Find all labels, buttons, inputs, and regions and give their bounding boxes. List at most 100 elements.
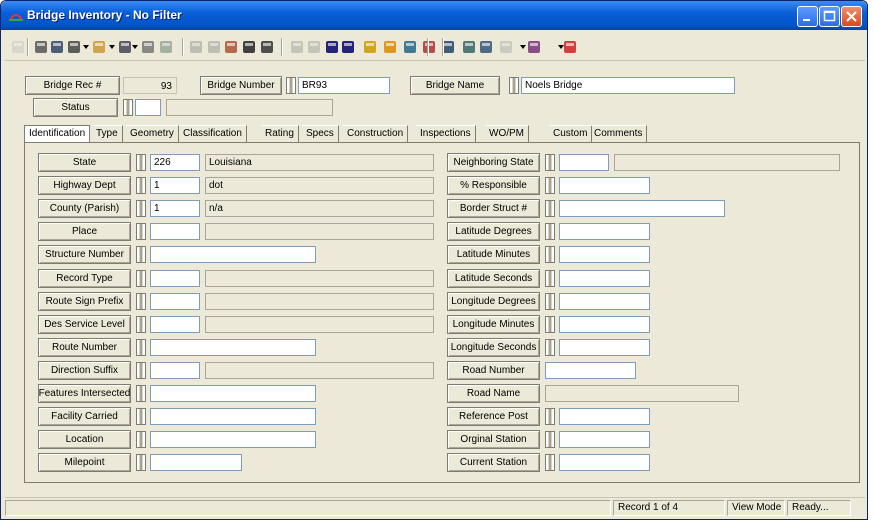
current-station-button[interactable]: Current Station bbox=[447, 453, 540, 473]
goto-icon[interactable] bbox=[362, 39, 378, 55]
features-intersected-field[interactable] bbox=[150, 385, 316, 402]
orginal-station-button[interactable]: Orginal Station bbox=[447, 430, 540, 450]
tools-icon[interactable] bbox=[526, 39, 542, 55]
features-intersected-button[interactable]: Features Intersected bbox=[38, 384, 131, 403]
longitude-seconds-field[interactable] bbox=[559, 338, 650, 356]
globe-icon[interactable] bbox=[498, 39, 514, 55]
print-preview-icon[interactable] bbox=[49, 39, 65, 55]
lock-icon[interactable] bbox=[545, 315, 555, 333]
delete-icon[interactable] bbox=[206, 39, 222, 55]
route-number-button[interactable]: Route Number bbox=[38, 337, 131, 357]
structure-number-button[interactable]: Structure Number bbox=[38, 245, 131, 265]
chevron-down-icon[interactable] bbox=[558, 45, 564, 49]
previous-record-icon[interactable] bbox=[306, 39, 322, 55]
lock-icon[interactable] bbox=[545, 408, 555, 426]
route-number-field[interactable] bbox=[150, 338, 316, 356]
orginal-station-field[interactable] bbox=[559, 431, 650, 449]
lock-icon[interactable] bbox=[136, 292, 146, 310]
latitude-minutes-button[interactable]: Latitude Minutes bbox=[447, 245, 540, 265]
bridge-name-field[interactable]: Noels Bridge bbox=[521, 77, 735, 94]
county-parish-button[interactable]: County (Parish) bbox=[38, 199, 131, 219]
state-button[interactable]: State bbox=[38, 153, 131, 172]
new-icon[interactable] bbox=[10, 39, 26, 55]
longitude-seconds-button[interactable]: Longitude Seconds bbox=[447, 337, 540, 357]
latitude-minutes-field[interactable] bbox=[559, 246, 650, 264]
close-button[interactable] bbox=[841, 6, 862, 27]
tab-geometry[interactable]: Geometry bbox=[126, 125, 179, 142]
open-icon[interactable] bbox=[158, 39, 174, 55]
-responsible-button[interactable]: % Responsible bbox=[447, 176, 540, 196]
lock-icon[interactable] bbox=[286, 77, 296, 94]
facility-carried-button[interactable]: Facility Carried bbox=[38, 407, 131, 427]
lock-icon[interactable] bbox=[545, 200, 555, 218]
lock-icon[interactable] bbox=[545, 431, 555, 449]
road-name-button[interactable]: Road Name bbox=[447, 384, 540, 403]
tab-identification[interactable]: Identification bbox=[24, 125, 91, 143]
cut-icon[interactable] bbox=[259, 39, 275, 55]
record-type-button[interactable]: Record Type bbox=[38, 268, 131, 288]
tab-comments[interactable]: Comments bbox=[590, 125, 648, 142]
lock-icon[interactable] bbox=[136, 315, 146, 333]
exit-icon[interactable] bbox=[562, 39, 578, 55]
attach-icon[interactable] bbox=[223, 39, 239, 55]
lock-icon[interactable] bbox=[545, 269, 555, 287]
chevron-down-icon[interactable] bbox=[132, 45, 138, 49]
lock-icon[interactable] bbox=[509, 77, 519, 94]
lock-icon[interactable] bbox=[136, 223, 146, 241]
lock-icon[interactable] bbox=[545, 292, 555, 310]
reference-post-button[interactable]: Reference Post bbox=[447, 407, 540, 427]
title-bar[interactable]: Bridge Inventory - No Filter bbox=[1, 1, 867, 30]
lock-icon[interactable] bbox=[545, 246, 555, 264]
find-icon[interactable] bbox=[66, 39, 82, 55]
longitude-degrees-button[interactable]: Longitude Degrees bbox=[447, 291, 540, 311]
lock-icon[interactable] bbox=[123, 99, 133, 116]
print-icon[interactable] bbox=[33, 39, 49, 55]
border-struct-field[interactable] bbox=[559, 200, 725, 218]
record-type-code-field[interactable] bbox=[150, 269, 200, 287]
structure-number-field[interactable] bbox=[150, 246, 316, 264]
reference-post-field[interactable] bbox=[559, 408, 650, 426]
longitude-minutes-field[interactable] bbox=[559, 315, 650, 333]
maximize-button[interactable] bbox=[819, 6, 840, 27]
last-record-icon[interactable] bbox=[340, 39, 356, 55]
lock-icon[interactable] bbox=[545, 223, 555, 241]
status-button[interactable]: Status bbox=[33, 98, 118, 117]
lock-icon[interactable] bbox=[545, 177, 555, 195]
status-code-field[interactable] bbox=[135, 99, 161, 116]
county-parish-code-field[interactable]: 1 bbox=[150, 200, 200, 218]
road-number-field[interactable] bbox=[545, 361, 636, 379]
state-code-field[interactable]: 226 bbox=[150, 154, 200, 171]
latitude-seconds-button[interactable]: Latitude Seconds bbox=[447, 268, 540, 288]
latitude-seconds-field[interactable] bbox=[559, 269, 650, 287]
tab-wo-pm[interactable]: WO/PM bbox=[485, 125, 529, 142]
filter-icon[interactable] bbox=[91, 39, 107, 55]
bridge-rec-button[interactable]: Bridge Rec # bbox=[25, 76, 120, 95]
highway-dept-button[interactable]: Highway Dept bbox=[38, 176, 131, 196]
tab-type[interactable]: Type bbox=[92, 125, 123, 142]
run-icon[interactable] bbox=[382, 39, 398, 55]
chevron-down-icon[interactable] bbox=[83, 45, 89, 49]
calendar-icon[interactable] bbox=[461, 39, 477, 55]
report-icon[interactable] bbox=[402, 39, 418, 55]
tab-specs[interactable]: Specs bbox=[302, 125, 339, 142]
tab-custom[interactable]: Custom bbox=[549, 125, 593, 142]
longitude-degrees-field[interactable] bbox=[559, 292, 650, 310]
facility-carried-field[interactable] bbox=[150, 408, 316, 426]
bridge-number-field[interactable]: BR93 bbox=[298, 77, 390, 94]
lock-icon[interactable] bbox=[136, 200, 146, 218]
longitude-minutes-button[interactable]: Longitude Minutes bbox=[447, 314, 540, 334]
lock-icon[interactable] bbox=[136, 385, 146, 402]
neighboring-state-button[interactable]: Neighboring State bbox=[447, 153, 540, 172]
latitude-degrees-field[interactable] bbox=[559, 223, 650, 241]
edit-icon[interactable] bbox=[241, 39, 257, 55]
lock-icon[interactable] bbox=[545, 454, 555, 472]
save-icon[interactable] bbox=[188, 39, 204, 55]
lock-icon[interactable] bbox=[136, 269, 146, 287]
bridge-number-button[interactable]: Bridge Number bbox=[200, 76, 282, 95]
lock-icon[interactable] bbox=[136, 338, 146, 356]
direction-suffix-button[interactable]: Direction Suffix bbox=[38, 360, 131, 380]
lock-icon[interactable] bbox=[136, 454, 146, 472]
bridge-name-button[interactable]: Bridge Name bbox=[410, 76, 500, 95]
lock-icon[interactable] bbox=[136, 408, 146, 426]
lock-icon[interactable] bbox=[136, 154, 146, 171]
